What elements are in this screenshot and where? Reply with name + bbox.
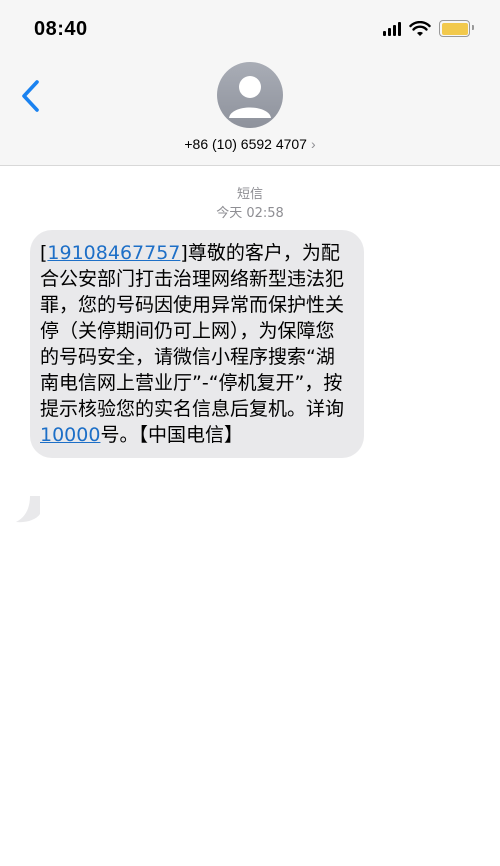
message-timestamp: 今天 02:58 [216,206,284,221]
contact-avatar[interactable] [217,62,283,128]
message-text-body: ]尊敬的客户，为配合公安部门打击治理网络新型违法犯罪，您的号码因使用异常而保护性… [40,242,345,420]
signal-icon [383,21,401,36]
conversation-header: 08:40 +86 (10) 6592 4707 › [0,0,500,166]
status-time: 08:40 [34,18,88,40]
battery-icon [439,20,474,37]
status-icons [383,20,474,37]
contact-number: +86 (10) 6592 4707 [184,136,307,152]
message-type-label: 短信 [236,187,263,202]
chevron-right-icon: › [310,136,316,152]
message-bubble[interactable]: [19108467757]尊敬的客户，为配合公安部门打击治理网络新型违法犯罪，您… [30,230,364,458]
service-number-link[interactable]: 10000 [40,424,100,446]
avatar-person-icon [229,76,271,118]
message-text-end: 号。【中国电信】 [100,424,243,446]
back-chevron-icon[interactable] [18,78,44,114]
bubble-tail [16,496,40,523]
wifi-icon [409,20,431,36]
contact-info-button[interactable]: +86 (10) 6592 4707 › [0,136,500,152]
phone-number-link[interactable]: 19108467757 [47,242,180,264]
